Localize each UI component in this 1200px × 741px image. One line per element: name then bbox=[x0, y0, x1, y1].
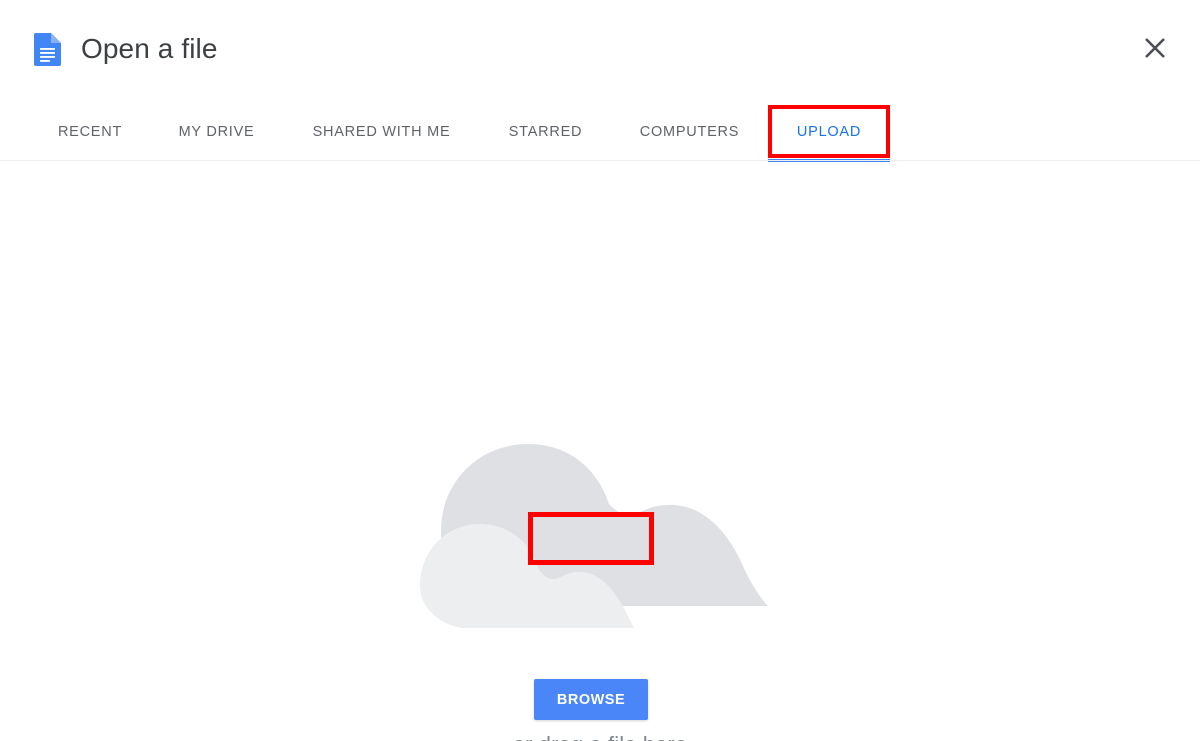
dialog-header: Open a file bbox=[0, 0, 1200, 100]
tab-starred[interactable]: STARRED bbox=[480, 104, 611, 160]
upload-drop-zone[interactable]: BROWSE or drag a file here bbox=[0, 161, 1200, 741]
tab-bar: RECENT MY DRIVE SHARED WITH ME STARRED C… bbox=[0, 104, 1200, 162]
tab-computers[interactable]: COMPUTERS bbox=[611, 104, 768, 160]
google-docs-file-icon bbox=[34, 33, 61, 66]
tab-recent[interactable]: RECENT bbox=[30, 104, 150, 160]
drag-file-hint: or drag a file here bbox=[0, 732, 1200, 741]
tab-shared-with-me[interactable]: SHARED WITH ME bbox=[283, 104, 480, 160]
close-x-icon bbox=[1142, 35, 1168, 64]
page-title: Open a file bbox=[81, 33, 218, 64]
upload-cloud-illustration bbox=[410, 436, 770, 636]
tab-upload[interactable]: UPLOAD bbox=[768, 104, 890, 162]
browse-button[interactable]: BROWSE bbox=[534, 679, 648, 720]
open-a-file-dialog: Open a file RECENT MY DRIVE SHARED WITH … bbox=[0, 0, 1200, 741]
close-icon-button[interactable] bbox=[1132, 26, 1178, 72]
tab-my-drive[interactable]: MY DRIVE bbox=[150, 104, 283, 160]
